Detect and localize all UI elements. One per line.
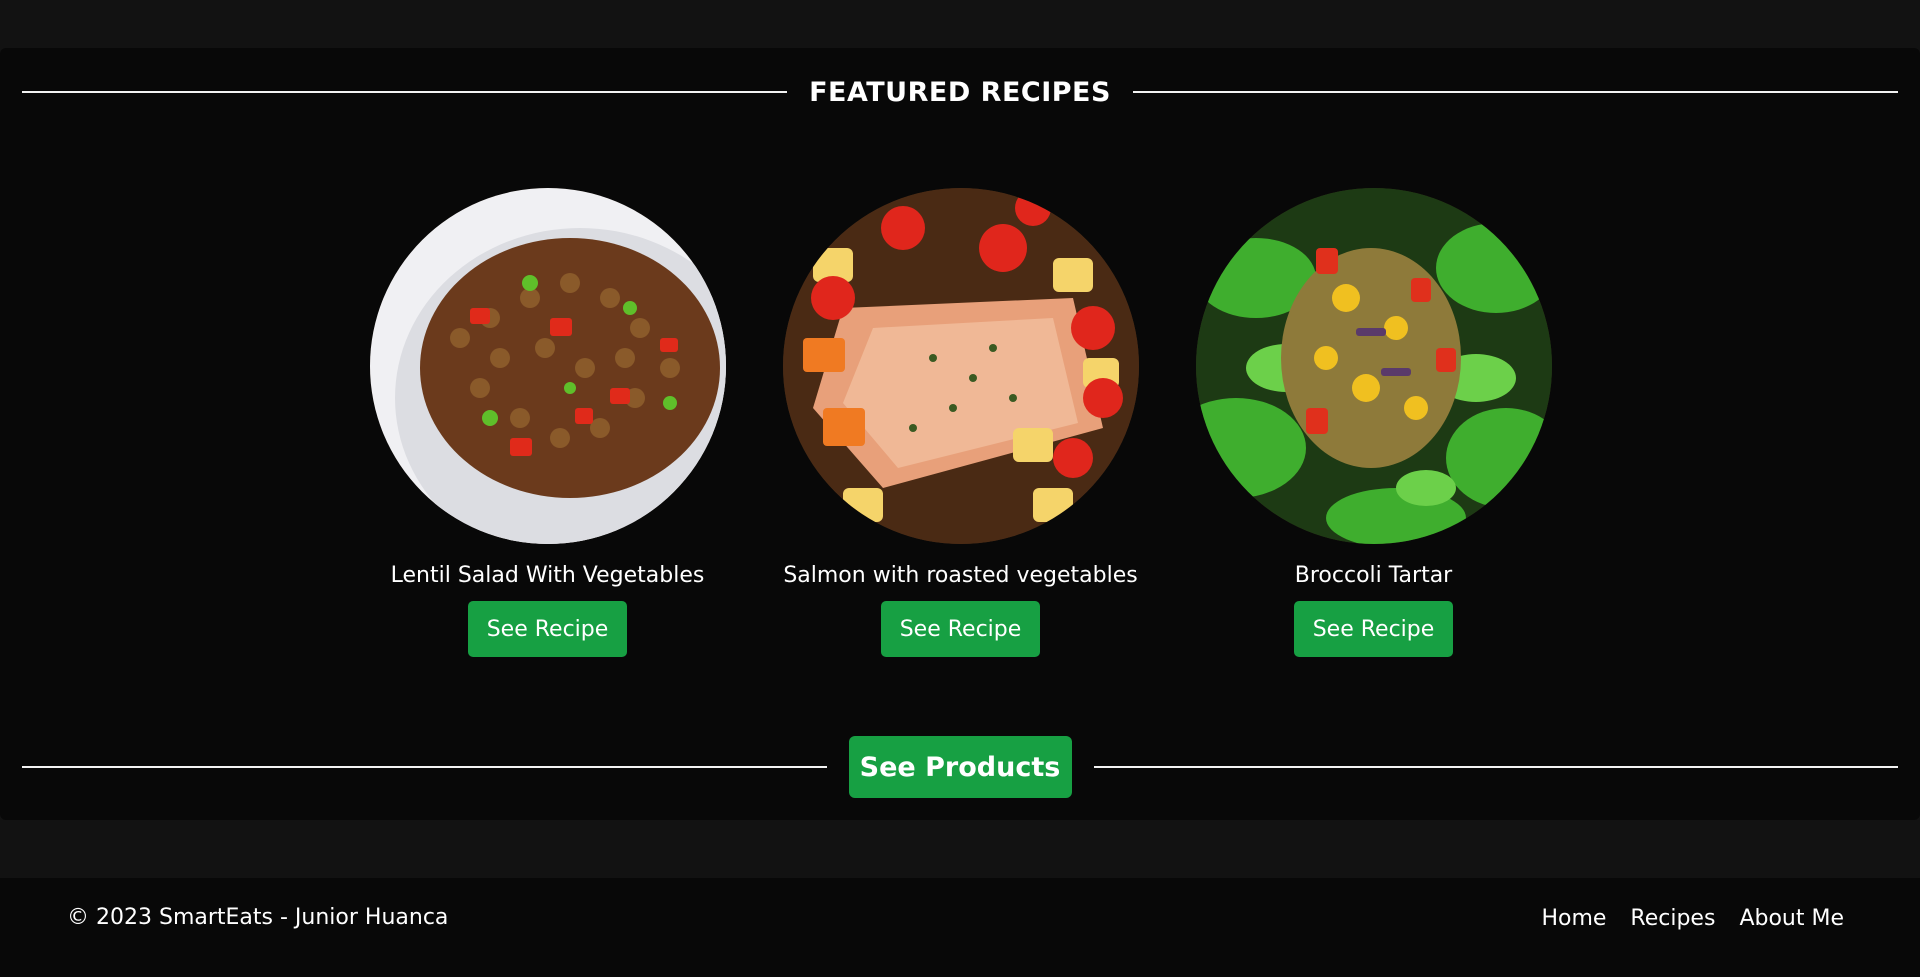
footer-link-about-me[interactable]: About Me: [1739, 906, 1844, 931]
see-products-button[interactable]: See Products: [848, 736, 1072, 798]
recipe-title: Broccoli Tartar: [1294, 563, 1453, 588]
lentil-salad-image: [369, 188, 726, 544]
featured-recipes-heading: FEATURED RECIPES: [809, 76, 1111, 108]
products-row: See Products: [22, 736, 1898, 798]
products-left-divider: [22, 766, 827, 768]
featured-heading-row: FEATURED RECIPES: [22, 70, 1899, 114]
products-right-divider: [1093, 766, 1898, 768]
footer-nav: Home Recipes About Me: [1541, 878, 1844, 958]
see-recipe-button[interactable]: See Recipe: [881, 601, 1040, 657]
recipe-card-salmon: Salmon with roasted vegetables See Recip…: [754, 188, 1167, 657]
page: FEATURED RECIPES Lentil Salad With Veget…: [0, 0, 1920, 977]
see-recipe-button[interactable]: See Recipe: [1294, 601, 1453, 657]
broccoli-tartar-image: [1195, 188, 1552, 544]
see-recipe-button[interactable]: See Recipe: [468, 601, 627, 657]
footer-link-recipes[interactable]: Recipes: [1630, 906, 1715, 931]
recipe-card-list: Lentil Salad With Vegetables See Recipe: [0, 188, 1920, 668]
recipe-card-lentil-salad: Lentil Salad With Vegetables See Recipe: [341, 188, 754, 657]
recipe-title: Salmon with roasted vegetables: [783, 563, 1138, 588]
salmon-image: [782, 188, 1139, 544]
recipe-title: Lentil Salad With Vegetables: [390, 563, 705, 588]
footer: © 2023 SmartEats - Junior Huanca Home Re…: [0, 878, 1920, 977]
copyright-text: © 2023 SmartEats - Junior Huanca: [67, 905, 449, 930]
heading-right-divider: [1132, 91, 1899, 93]
footer-link-home[interactable]: Home: [1541, 906, 1606, 931]
recipe-card-broccoli-tartar: Broccoli Tartar See Recipe: [1167, 188, 1580, 657]
heading-left-divider: [22, 91, 788, 93]
